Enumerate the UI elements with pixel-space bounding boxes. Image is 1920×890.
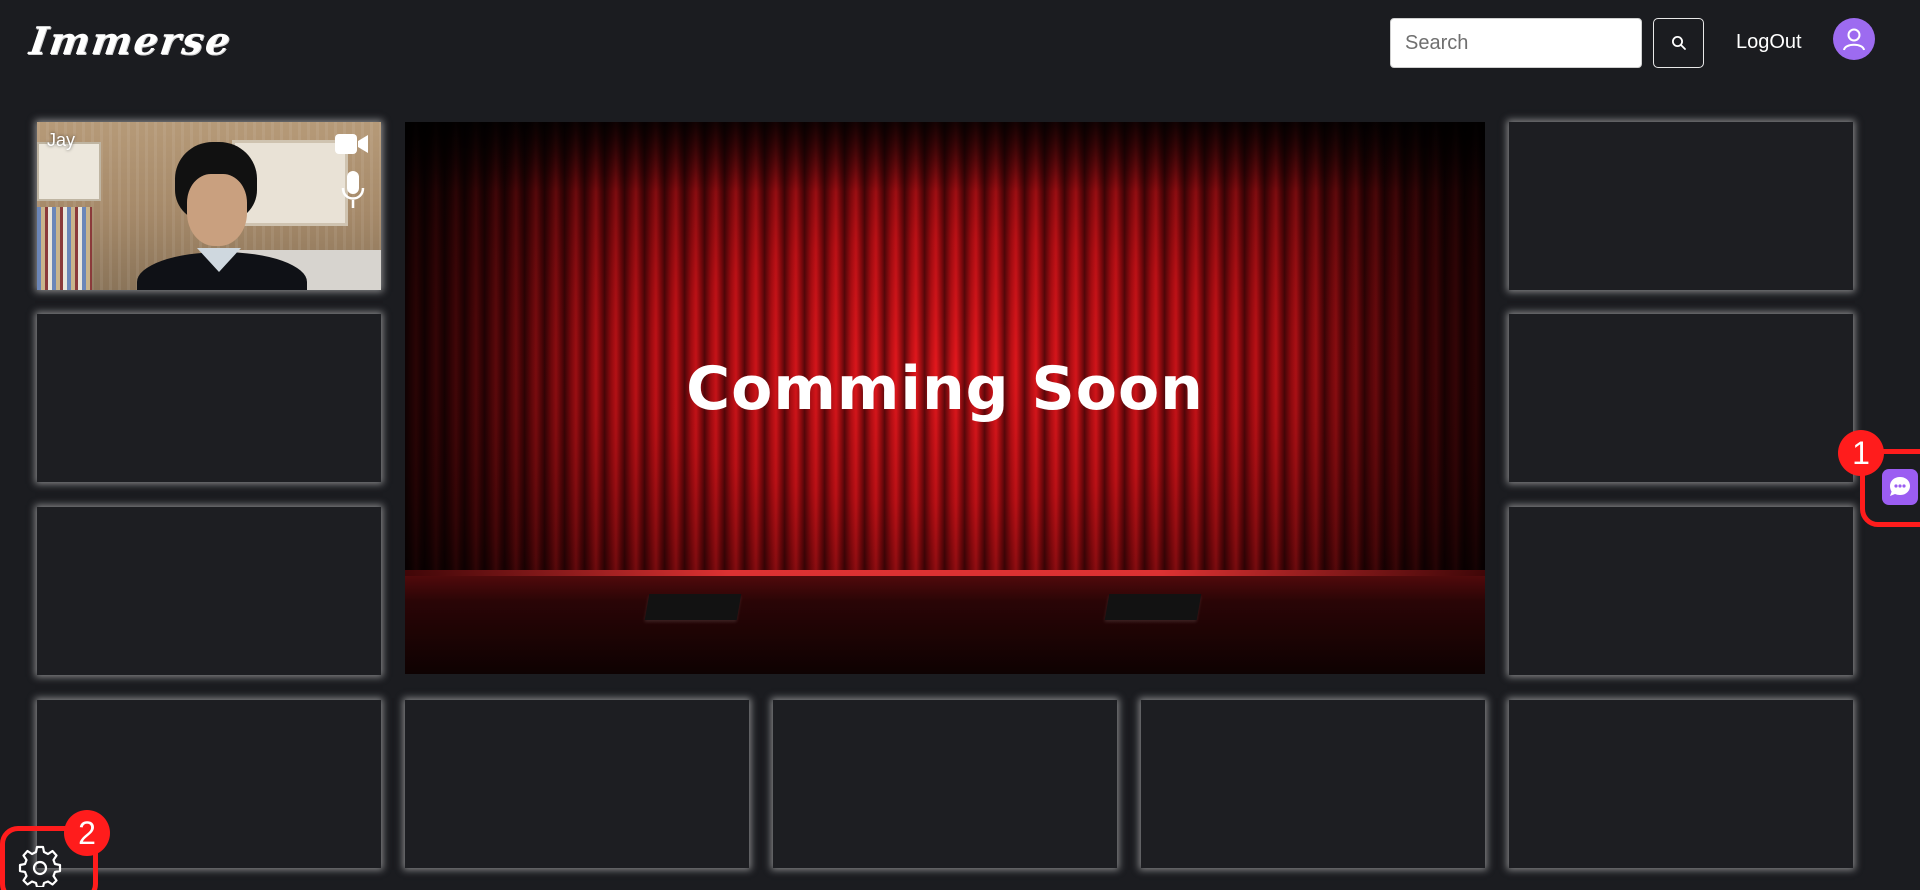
microphone-icon[interactable] (340, 170, 366, 210)
participant-tile-empty (773, 700, 1117, 868)
participant-figure (187, 174, 247, 246)
search-button[interactable] (1653, 18, 1704, 68)
logout-link[interactable]: LogOut (1736, 31, 1802, 54)
main-stage: Comming Soon (405, 122, 1485, 674)
search-input[interactable] (1390, 18, 1642, 68)
meeting-page: Immerse LogOut Jay (0, 0, 1920, 890)
participant-tile-empty (1509, 700, 1853, 868)
video-scene (37, 207, 92, 290)
user-icon (1843, 28, 1865, 51)
participant-tile-empty (1509, 314, 1853, 482)
self-video-tile: Jay (37, 122, 381, 290)
stage-title: Comming Soon (686, 354, 1204, 424)
annotation-badge: 1 (1838, 430, 1884, 476)
participant-tile-empty (37, 507, 381, 675)
participant-tile-empty (1509, 122, 1853, 290)
stage-monitor (1104, 594, 1202, 620)
participant-tile-empty (405, 700, 749, 868)
app-logo[interactable]: Immerse (27, 18, 235, 63)
search-icon (1671, 36, 1686, 50)
annotation-badge: 2 (64, 810, 110, 856)
stage-floor (405, 570, 1485, 674)
video-camera-icon[interactable] (334, 132, 370, 156)
stage-floor-edge (405, 570, 1485, 576)
stage-monitor (644, 594, 742, 620)
participant-name: Jay (47, 130, 76, 150)
participant-tile-empty (1509, 507, 1853, 675)
participant-tile-empty (1141, 700, 1485, 868)
user-avatar-button[interactable] (1833, 18, 1875, 60)
participant-tile-empty (37, 314, 381, 482)
